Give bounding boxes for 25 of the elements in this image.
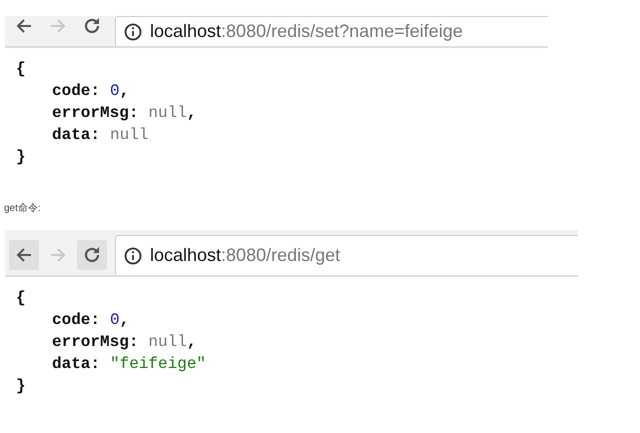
json-key: errorMsg: <box>52 102 138 124</box>
json-value: null, <box>148 103 196 124</box>
caption-text: get命令: <box>4 202 42 216</box>
json-key: data: <box>52 124 100 146</box>
address-bar[interactable]: localhost:8080/redis/set?name=feifeige <box>115 16 548 46</box>
address-bar[interactable]: localhost:8080/redis/get <box>115 235 578 275</box>
json-brace: { <box>16 60 26 78</box>
info-icon <box>124 22 142 40</box>
json-brace: { <box>16 289 26 307</box>
info-icon <box>124 246 142 264</box>
json-value: null <box>110 125 148 146</box>
url-text: localhost:8080/redis/set?name=feifeige <box>150 21 463 42</box>
json-key: data: <box>52 353 100 375</box>
json-key: code: <box>52 80 100 102</box>
url-text: localhost:8080/redis/get <box>150 245 340 266</box>
json-key: code: <box>52 309 100 331</box>
json-value: 0, <box>110 310 130 331</box>
json-value: null, <box>148 332 196 353</box>
json-key: errorMsg: <box>52 331 138 353</box>
json-value: 0, <box>110 81 130 102</box>
json-brace: } <box>16 377 26 395</box>
json-brace: } <box>16 148 26 166</box>
reload-button[interactable] <box>77 240 107 270</box>
back-button[interactable] <box>9 240 39 270</box>
json-value: "feifeige" <box>110 354 206 375</box>
